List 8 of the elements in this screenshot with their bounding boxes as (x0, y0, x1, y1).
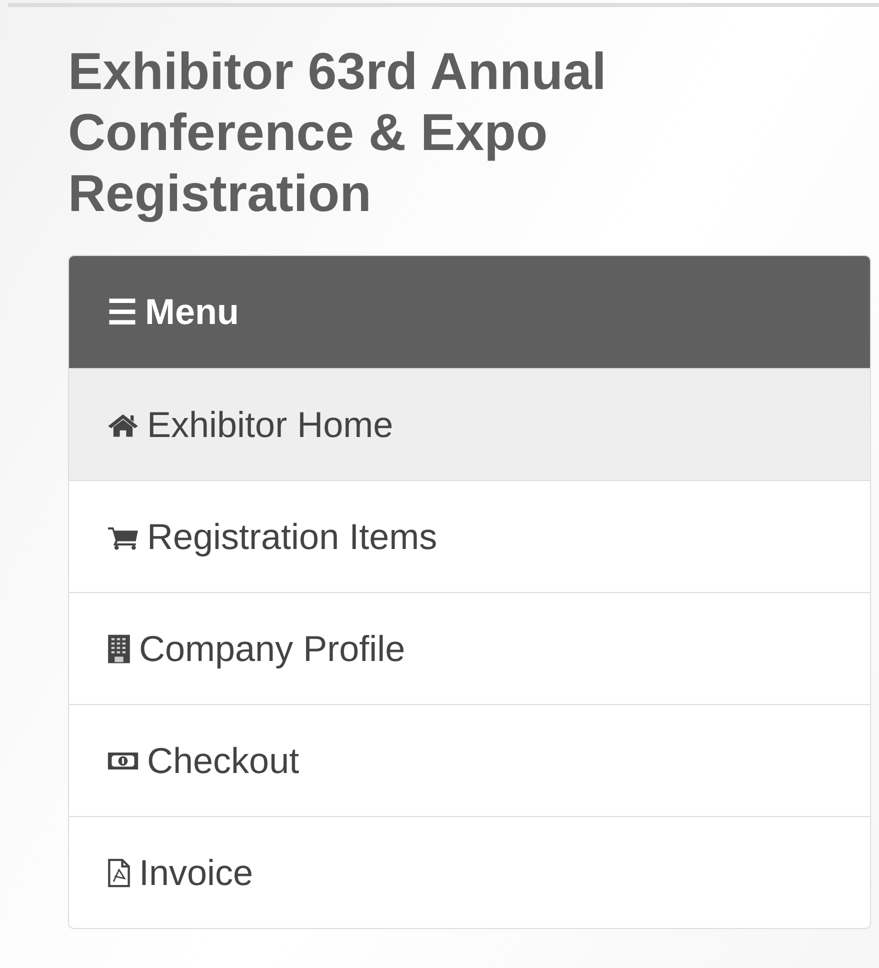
pdf-file-icon (107, 856, 131, 888)
menu-item[interactable]: Invoice (69, 816, 870, 928)
building-icon (107, 632, 131, 664)
menu-item[interactable]: Exhibitor Home (69, 368, 870, 480)
menu-icon: ☰ (107, 292, 137, 332)
page-title: Exhibitor 63rd Annual Conference & Expo Registration (68, 42, 608, 225)
home-icon (107, 412, 139, 438)
menu-title: Menu (145, 291, 239, 333)
